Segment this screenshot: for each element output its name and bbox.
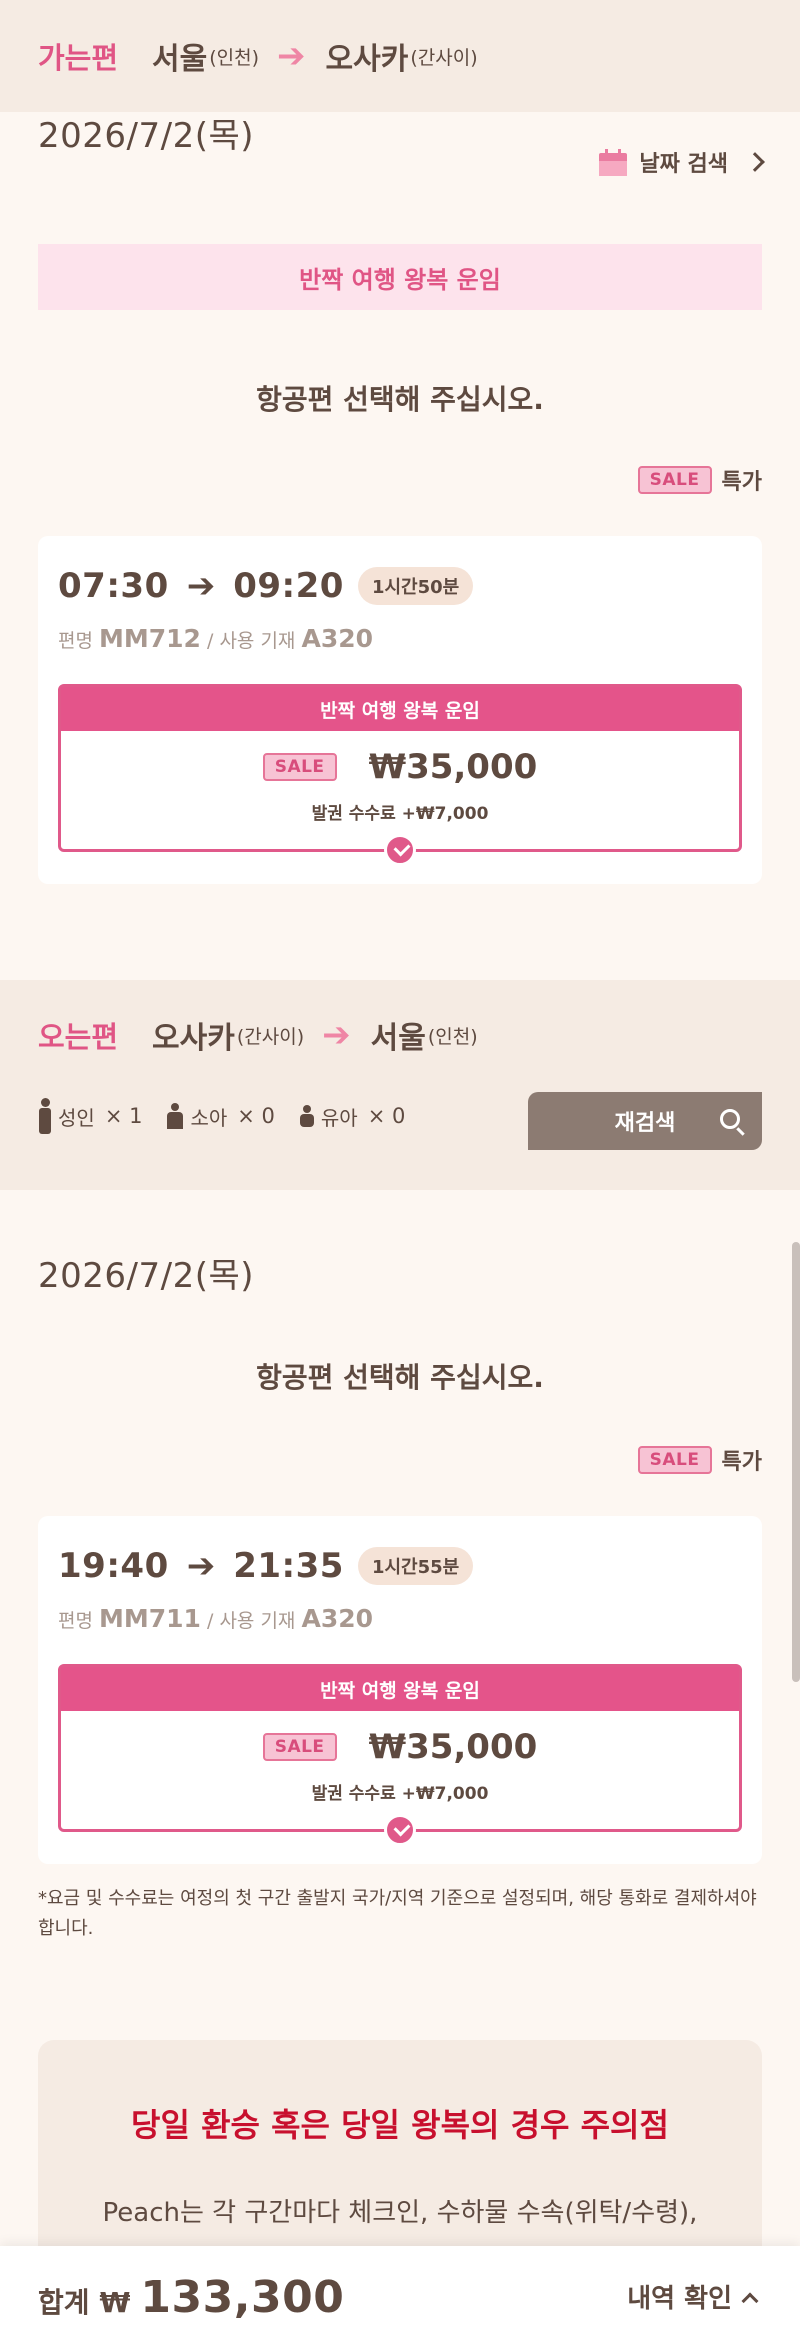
fare-option-selected[interactable]: 반짝 여행 왕복 운임 SALE ₩35,000 발권 수수료 +₩7,000	[58, 1664, 742, 1846]
sale-badge: SALE	[262, 1733, 337, 1761]
sale-badge: SALE	[637, 1446, 712, 1474]
outbound-dest-city: 오사카	[325, 42, 409, 77]
adult-label: 성인	[58, 1105, 95, 1130]
infant-count: 유아 × 0	[299, 1102, 405, 1131]
inbound-dest-city: 서울	[370, 1021, 426, 1056]
date-search-button[interactable]: 날짜 검색	[599, 146, 765, 178]
research-label: 재검색	[614, 1111, 676, 1136]
flight-no-label: 편명	[58, 1610, 93, 1632]
view-details-button[interactable]: 내역 확인	[627, 2278, 759, 2315]
date-search-label: 날짜 검색	[639, 152, 728, 177]
total-label: 합계	[38, 2286, 90, 2319]
currency-symbol: ₩	[99, 2286, 131, 2319]
fare-option-title: 반짝 여행 왕복 운임	[61, 1667, 739, 1711]
caution-text: Peach는 각 구간마다 체크인, 수하물 수속(위탁/수령),	[102, 2198, 698, 2228]
outbound-date: 2026/7/2(목)	[38, 116, 255, 156]
inbound-date: 2026/7/2(목)	[38, 1256, 255, 1296]
flight-number: MM711	[99, 1604, 201, 1633]
inbound-sale-legend: SALE 특가	[637, 1444, 762, 1476]
research-button[interactable]: 재검색	[528, 1092, 762, 1150]
ticketing-fee: 발권 수수료 +₩7,000	[311, 1784, 489, 1804]
flight-times: 19:40 ➔ 21:35 1시간55분	[58, 1546, 474, 1586]
fare-type-banner: 반짝 여행 왕복 운임	[38, 244, 762, 310]
inbound-route-bar: 오는편 오사카 (간사이) ➔ 서울 (인천)	[0, 980, 800, 1090]
inbound-leg-label: 오는편	[38, 1020, 119, 1054]
outbound-route-header: 가는편 서울 (인천) ➔ 오사카 (간사이)	[0, 0, 800, 112]
chevron-up-icon	[741, 2292, 759, 2309]
sale-badge: SALE	[262, 753, 337, 781]
check-icon	[384, 1814, 416, 1846]
sale-legend-label: 특가	[721, 470, 762, 495]
infant-label: 유아	[320, 1105, 358, 1130]
arrow-right-icon: ➔	[186, 566, 216, 606]
outbound-dest-airport: (간사이)	[410, 46, 478, 69]
currency-note: *요금 및 수수료는 여정의 첫 구간 출발지 국가/지역 기준으로 설정되며,…	[38, 1888, 757, 1939]
sale-legend-label: 특가	[721, 1450, 762, 1475]
aircraft-type: A320	[301, 624, 374, 653]
details-label: 내역 확인	[627, 2284, 732, 2314]
adult-count-value: × 1	[104, 1104, 143, 1128]
child-count-value: × 0	[237, 1104, 275, 1128]
outbound-origin-airport: (인천)	[209, 46, 260, 69]
outbound-leg-label: 가는편	[38, 41, 119, 75]
aircraft-label: / 사용 기재	[207, 630, 296, 652]
flight-number: MM712	[99, 624, 201, 653]
total-price: 합계 ₩ 133,300	[38, 2272, 344, 2323]
flight-no-label: 편명	[58, 630, 93, 652]
fare-option-title: 반짝 여행 왕복 운임	[61, 687, 739, 731]
child-count: 소아 × 0	[166, 1102, 275, 1131]
search-icon	[720, 1109, 740, 1129]
arrow-right-icon: ➔	[186, 1546, 216, 1586]
infant-icon	[299, 1105, 315, 1127]
departure-time: 07:30	[58, 566, 169, 606]
price-row: SALE ₩35,000	[61, 747, 739, 787]
arrival-time: 09:20	[233, 566, 344, 606]
total-footer: 합계 ₩ 133,300 내역 확인	[0, 2246, 800, 2344]
check-icon	[384, 834, 416, 866]
flight-info: 편명 MM712 / 사용 기재 A320	[58, 624, 373, 653]
outbound-sale-legend: SALE 특가	[637, 464, 762, 496]
flight-selection-page: 가는편 서울 (인천) ➔ 오사카 (간사이) 2026/7/2(목) 날짜 검…	[0, 0, 800, 2344]
child-icon	[166, 1103, 184, 1129]
sale-badge: SALE	[637, 466, 712, 494]
aircraft-label: / 사용 기재	[207, 1610, 296, 1632]
ticketing-fee: 발권 수수료 +₩7,000	[311, 804, 489, 824]
fare-price: ₩35,000	[368, 747, 538, 787]
inbound-route-header: 오는편 오사카 (간사이) ➔ 서울 (인천) 성인 × 1 소아 × 0 유아…	[0, 980, 800, 1190]
fare-option-selected[interactable]: 반짝 여행 왕복 운임 SALE ₩35,000 발권 수수료 +₩7,000	[58, 684, 742, 866]
departure-time: 19:40	[58, 1546, 169, 1586]
caution-title: 당일 환승 혹은 당일 왕복의 경우 주의점	[131, 2106, 669, 2144]
inbound-dest-airport: (인천)	[427, 1025, 478, 1048]
outbound-select-prompt: 항공편 선택해 주십시오.	[256, 383, 544, 416]
duration-badge: 1시간55분	[357, 1547, 474, 1585]
duration-badge: 1시간50분	[357, 567, 474, 605]
calendar-icon	[599, 148, 628, 176]
arrival-time: 21:35	[233, 1546, 344, 1586]
price-row: SALE ₩35,000	[61, 1727, 739, 1767]
flight-info: 편명 MM711 / 사용 기재 A320	[58, 1604, 373, 1633]
outbound-origin-city: 서울	[152, 42, 208, 77]
flight-times: 07:30 ➔ 09:20 1시간50분	[58, 566, 474, 606]
fare-price: ₩35,000	[368, 1727, 538, 1767]
child-label: 소아	[190, 1105, 228, 1130]
adult-count: 성인 × 1	[38, 1098, 142, 1134]
inbound-select-prompt: 항공편 선택해 주십시오.	[256, 1361, 544, 1394]
inbound-flight-card[interactable]: 19:40 ➔ 21:35 1시간55분 편명 MM711 / 사용 기재 A3…	[38, 1516, 762, 1864]
inbound-origin-city: 오사카	[152, 1021, 235, 1056]
outbound-flight-card[interactable]: 07:30 ➔ 09:20 1시간50분 편명 MM712 / 사용 기재 A3…	[38, 536, 762, 884]
total-amount: 133,300	[140, 2272, 345, 2323]
infant-count-value: × 0	[367, 1104, 406, 1128]
scrollbar[interactable]	[792, 1242, 800, 1682]
route-arrow-icon: ➔	[277, 36, 306, 76]
inbound-origin-airport: (간사이)	[236, 1025, 305, 1048]
chevron-right-icon	[745, 152, 765, 172]
passenger-counts: 성인 × 1 소아 × 0 유아 × 0	[38, 1098, 429, 1134]
route-arrow-icon: ➔	[322, 1015, 351, 1055]
adult-icon	[38, 1098, 52, 1134]
aircraft-type: A320	[301, 1604, 374, 1633]
